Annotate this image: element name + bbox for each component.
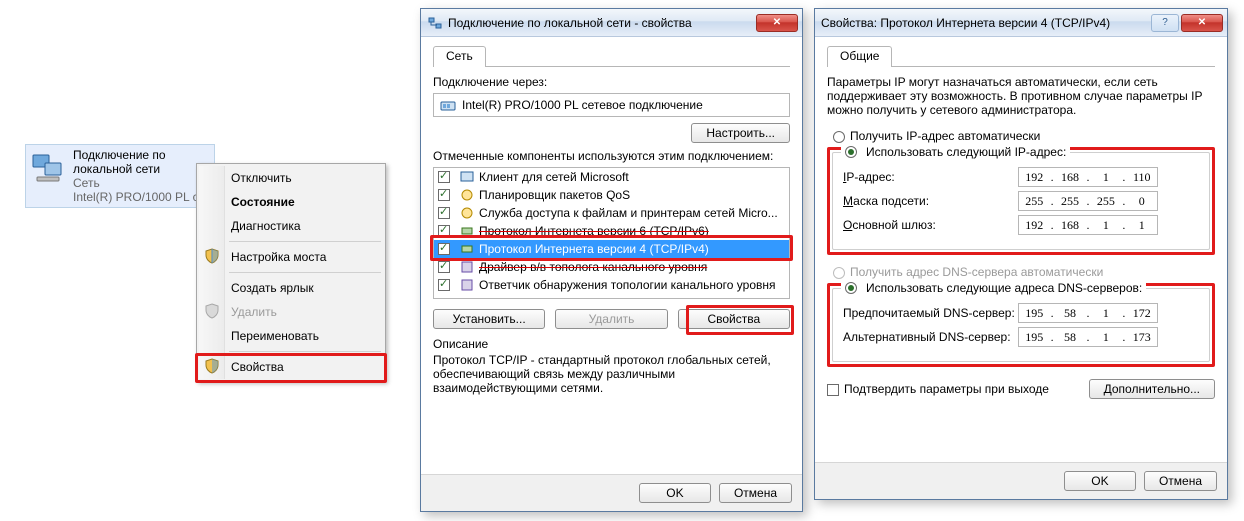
menu-diagnostics[interactable]: Диагностика xyxy=(199,214,383,238)
service-icon xyxy=(459,205,475,221)
checkbox[interactable] xyxy=(438,261,450,273)
list-item[interactable]: Драйвер в/в тополога канального уровня xyxy=(434,258,789,276)
cancel-button[interactable]: Отмена xyxy=(719,483,792,503)
configure-button[interactable]: Настроить... xyxy=(691,123,790,143)
dialog-buttons: OK Отмена xyxy=(815,462,1227,499)
adapter-name: Подключение по локальной сети xyxy=(73,148,209,176)
list-item[interactable]: Служба доступа к файлам и принтерам сете… xyxy=(434,204,789,222)
dns2-label: Альтернативный DNS-сервер: xyxy=(843,330,1018,344)
mask-input[interactable]: 255.255.255.0 xyxy=(1018,191,1158,211)
network-adapter-tile[interactable]: Подключение по локальной сети Сеть Intel… xyxy=(25,144,215,208)
checkbox[interactable] xyxy=(438,243,450,255)
list-item-selected[interactable]: Протокол Интернета версии 4 (TCP/IPv4) xyxy=(434,240,789,258)
close-button[interactable]: ✕ xyxy=(756,14,798,32)
help-button[interactable]: ? xyxy=(1151,14,1179,32)
dialog-title: Свойства: Протокол Интернета версии 4 (T… xyxy=(821,16,1110,30)
properties-button[interactable]: Свойства xyxy=(678,309,790,329)
ipv4-properties-dialog: Свойства: Протокол Интернета версии 4 (T… xyxy=(814,8,1228,500)
tabstrip: Общие xyxy=(827,45,1215,67)
lan-properties-dialog: Подключение по локальной сети - свойства… xyxy=(420,8,803,512)
checkbox[interactable] xyxy=(438,207,450,219)
adapter-device: Intel(R) PRO/1000 PL се xyxy=(73,190,209,204)
adapter-text: Подключение по локальной сети Сеть Intel… xyxy=(73,148,209,204)
context-menu: Отключить Состояние Диагностика Настройк… xyxy=(196,163,386,382)
description-heading: Описание xyxy=(433,337,790,351)
install-button[interactable]: Установить... xyxy=(433,309,545,329)
dns1-label: Предпочитаемый DNS-сервер: xyxy=(843,306,1018,320)
intro-text: Параметры IP могут назначаться автоматич… xyxy=(827,75,1215,117)
protocol-icon xyxy=(459,223,475,239)
gw-input[interactable]: 192.168.1.1 xyxy=(1018,215,1158,235)
connection-label: Подключение через: xyxy=(433,75,790,89)
network-adapter-icon xyxy=(31,148,67,186)
driver-icon xyxy=(459,277,475,293)
dns2-input[interactable]: 195.58.1.173 xyxy=(1018,327,1158,347)
tab-network[interactable]: Сеть xyxy=(433,46,486,67)
checkbox[interactable] xyxy=(438,171,450,183)
ip-input[interactable]: 192.168.1.110 xyxy=(1018,167,1158,187)
checkbox[interactable] xyxy=(438,225,450,237)
tab-general[interactable]: Общие xyxy=(827,46,892,67)
radio-icon xyxy=(833,131,845,143)
service-icon xyxy=(459,187,475,203)
checkbox[interactable] xyxy=(438,189,450,201)
shield-icon xyxy=(204,303,220,319)
nic-icon xyxy=(440,97,456,113)
menu-status[interactable]: Состояние xyxy=(199,190,383,214)
network-icon xyxy=(427,15,443,31)
shield-icon xyxy=(204,248,220,264)
dialog-buttons: OK Отмена xyxy=(421,474,802,511)
radio-auto-dns: Получить адрес DNS-сервера автоматически xyxy=(833,265,1215,279)
highlight-dns-block: Использовать следующие адреса DNS-сервер… xyxy=(827,283,1215,367)
description-text: Протокол TCP/IP - стандартный протокол г… xyxy=(433,353,790,395)
checkbox[interactable] xyxy=(438,279,450,291)
ok-button[interactable]: OK xyxy=(1064,471,1136,491)
menu-delete: Удалить xyxy=(199,300,383,324)
checkbox-icon xyxy=(827,384,839,396)
menu-rename[interactable]: Переименовать xyxy=(199,324,383,348)
list-item[interactable]: Протокол Интернета версии 6 (TCP/IPv6) xyxy=(434,222,789,240)
adapter-field: Intel(R) PRO/1000 PL сетевое подключение xyxy=(433,93,790,117)
titlebar[interactable]: Подключение по локальной сети - свойства… xyxy=(421,9,802,37)
gw-label: Основной шлюз: xyxy=(843,218,1018,232)
adapter-value: Intel(R) PRO/1000 PL сетевое подключение xyxy=(462,98,703,112)
radio-manual-dns[interactable]: Использовать следующие адреса DNS-сервер… xyxy=(841,281,1146,295)
client-icon xyxy=(459,169,475,185)
advanced-button[interactable]: Дополнительно... xyxy=(1089,379,1215,399)
menu-shortcut[interactable]: Создать ярлык xyxy=(199,276,383,300)
cancel-button[interactable]: Отмена xyxy=(1144,471,1217,491)
mask-label: Маска подсети: xyxy=(843,194,1018,208)
menu-bridge[interactable]: Настройка моста xyxy=(199,245,383,269)
protocol-icon xyxy=(459,241,475,257)
components-list[interactable]: Клиент для сетей Microsoft Планировщик п… xyxy=(433,167,790,299)
list-item[interactable]: Ответчик обнаружения топологии канальног… xyxy=(434,276,789,294)
radio-icon xyxy=(833,267,845,279)
components-label: Отмеченные компоненты используются этим … xyxy=(433,149,790,163)
menu-properties[interactable]: Свойства xyxy=(199,355,383,379)
highlight-ip-block: Использовать следующий IP-адрес: IP-адре… xyxy=(827,147,1215,255)
close-button[interactable]: ✕ xyxy=(1181,14,1223,32)
ok-button[interactable]: OK xyxy=(639,483,711,503)
tabstrip: Сеть xyxy=(433,45,790,67)
driver-icon xyxy=(459,259,475,275)
radio-auto-ip[interactable]: Получить IP-адрес автоматически xyxy=(833,129,1215,143)
list-item[interactable]: Клиент для сетей Microsoft xyxy=(434,168,789,186)
menu-disable[interactable]: Отключить xyxy=(199,166,383,190)
remove-button: Удалить xyxy=(555,309,667,329)
radio-icon xyxy=(845,282,857,294)
list-item[interactable]: Планировщик пакетов QoS xyxy=(434,186,789,204)
dialog-title: Подключение по локальной сети - свойства xyxy=(448,16,692,30)
confirm-checkbox[interactable]: Подтвердить параметры при выходе xyxy=(827,382,1049,396)
ip-label: IP-адрес: xyxy=(843,170,1018,184)
dns1-input[interactable]: 195.58.1.172 xyxy=(1018,303,1158,323)
adapter-network: Сеть xyxy=(73,176,209,190)
titlebar[interactable]: Свойства: Протокол Интернета версии 4 (T… xyxy=(815,9,1227,37)
radio-icon xyxy=(845,146,857,158)
shield-icon xyxy=(204,358,220,374)
radio-manual-ip[interactable]: Использовать следующий IP-адрес: xyxy=(841,145,1070,159)
